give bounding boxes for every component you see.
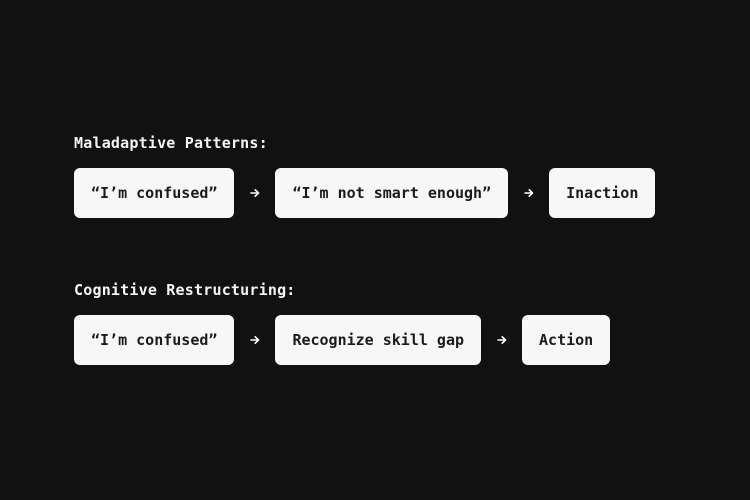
flow-node: Recognize skill gap — [275, 315, 482, 365]
cognitive-restructuring-section: Cognitive Restructuring: “I’m confused” … — [74, 281, 611, 365]
maladaptive-patterns-section: Maladaptive Patterns: “I’m confused” “I’… — [74, 134, 656, 218]
flow-node: “I’m confused” — [74, 168, 235, 218]
flow-node: Action — [522, 315, 611, 365]
arrow-right-icon — [481, 315, 522, 365]
section-title: Cognitive Restructuring: — [74, 281, 296, 299]
arrow-right-icon — [234, 315, 275, 365]
flow-row: “I’m confused” “I’m not smart enough” In… — [74, 168, 656, 218]
arrow-right-icon — [234, 168, 275, 218]
flow-node: “I’m not smart enough” — [275, 168, 509, 218]
flow-row: “I’m confused” Recognize skill gap Actio… — [74, 315, 611, 365]
arrow-right-icon — [508, 168, 549, 218]
flow-node: “I’m confused” — [74, 315, 235, 365]
section-title: Maladaptive Patterns: — [74, 134, 268, 152]
flow-node: Inaction — [549, 168, 656, 218]
